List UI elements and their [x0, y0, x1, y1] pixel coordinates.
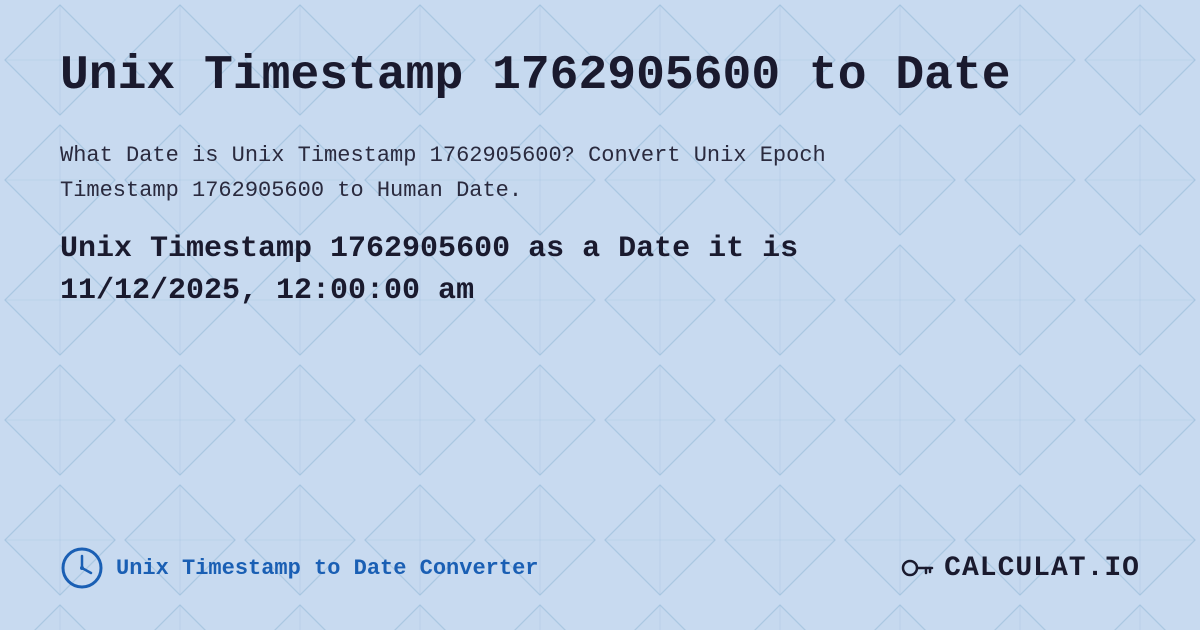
footer-label: Unix Timestamp to Date Converter: [116, 556, 538, 581]
result-line1: Unix Timestamp 1762905600 as a Date it i…: [60, 232, 798, 266]
clock-icon: [60, 546, 104, 590]
logo-icon: [900, 550, 936, 586]
description-text: What Date is Unix Timestamp 1762905600? …: [60, 138, 1140, 208]
logo-container: CALCULAT.IO: [900, 550, 1140, 586]
result-text: Unix Timestamp 1762905600 as a Date it i…: [60, 228, 1140, 312]
result-section: Unix Timestamp 1762905600 as a Date it i…: [60, 228, 1140, 312]
footer: Unix Timestamp to Date Converter CALCULA…: [60, 526, 1140, 590]
description-line2: Timestamp 1762905600 to Human Date.: [60, 178, 522, 203]
description-line1: What Date is Unix Timestamp 1762905600? …: [60, 143, 826, 168]
logo-text: CALCULAT.IO: [944, 553, 1140, 584]
footer-left: Unix Timestamp to Date Converter: [60, 546, 538, 590]
page-title: Unix Timestamp 1762905600 to Date: [60, 48, 1140, 106]
result-line2: 11/12/2025, 12:00:00 am: [60, 274, 474, 308]
